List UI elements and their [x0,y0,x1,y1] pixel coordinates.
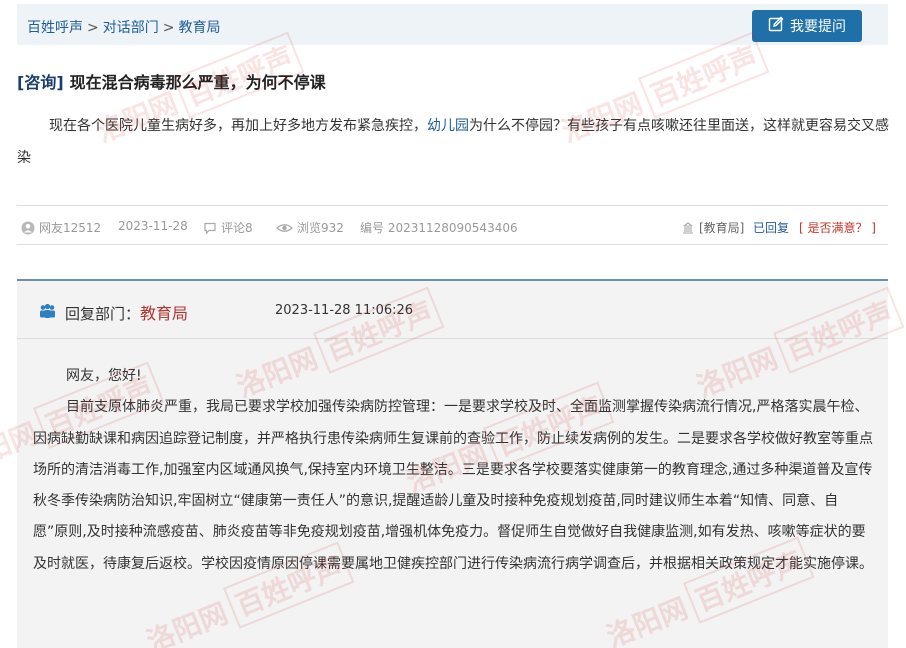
reply-greeting: 网友，您好! [66,368,142,384]
reply-panel: 回复部门：教育局 2023-11-28 11:06:26 网友，您好! 目前支原… [17,279,888,648]
meta-views-count: 浏览932 [297,221,344,235]
meta-dept-name[interactable]: [教育局] [699,219,744,236]
top-bar: 百姓呼声 > 对话部门 > 教育局 我要提问 [17,4,888,45]
ask-question-label: 我要提问 [790,19,846,35]
reply-department-label: 回复部门： [65,305,141,323]
meta-number: 编号 20231128090543406 [360,221,518,235]
meta-date: 2023-11-28 [118,219,188,233]
breadcrumb: 百姓呼声 > 对话部门 > 教育局 [27,17,220,37]
breadcrumb-item-current[interactable]: 教育局 [178,20,220,36]
edit-icon [768,16,784,36]
reply-header: 回复部门：教育局 2023-11-28 11:06:26 [17,281,888,339]
department-icon [39,303,56,322]
meta-comments: 评论8 [203,219,253,236]
breadcrumb-item-departments[interactable]: 对话部门 [103,20,159,36]
breadcrumb-separator: > [162,20,175,36]
reply-department: 回复部门：教育局 [65,300,188,324]
reply-text: 目前支原体肺炎严重，我局已要求学校加强传染病防控管理：一是要求学校及时、全面监测… [33,399,873,572]
breadcrumb-separator: > [87,20,99,36]
reply-time: 2023-11-28 11:06:26 [275,303,414,318]
reply-status: 已回复 [753,221,790,235]
question-tag: [咨询] [17,73,64,92]
meta-username: 网友12512 [39,221,102,235]
reply-department-name: 教育局 [140,304,189,323]
kindergarten-link[interactable]: 幼儿园 [427,118,469,134]
question-body-text: 现在各个医院儿童生病好多，再加上好多地方发布紧急疾控， [49,118,427,134]
breadcrumb-item-home[interactable]: 百姓呼声 [27,20,83,36]
satisfaction-link[interactable]: [ 是否满意？ ] [799,219,876,236]
meta-dept: [教育局] [681,219,744,236]
eye-icon [276,221,293,235]
question-title-text: 现在混合病毒那么严重，为何不停课 [69,73,326,92]
question-title: [咨询] 现在混合病毒那么严重，为何不停课 [17,69,326,93]
comment-icon [203,221,217,235]
user-icon [21,221,35,235]
building-icon [681,221,695,235]
meta-views: 浏览932 [276,219,344,236]
meta-comments-count: 评论8 [221,221,253,235]
ask-question-button[interactable]: 我要提问 [752,10,862,42]
question-meta-bar: 网友12512 2023-11-28 评论8 浏览932 编号 20231128… [17,205,888,245]
meta-user: 网友12512 [21,219,101,236]
reply-content: 网友，您好! 目前支原体肺炎严重，我局已要求学校加强传染病防控管理：一是要求学校… [33,361,873,580]
question-body: 现在各个医院儿童生病好多，再加上好多地方发布紧急疾控，幼儿园为什么不停园？有些孩… [17,110,890,174]
